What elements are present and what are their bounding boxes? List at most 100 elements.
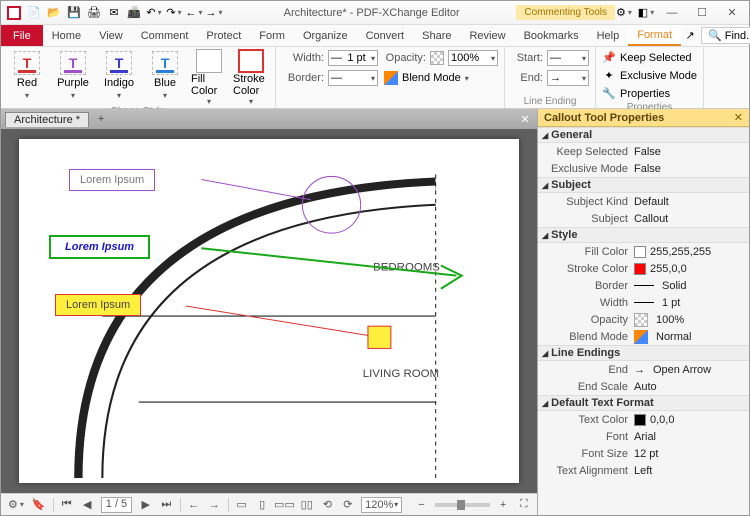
- zoom-out-button[interactable]: −: [414, 496, 429, 514]
- prop-row[interactable]: End→Open Arrow: [538, 361, 749, 378]
- prop-row[interactable]: End ScaleAuto: [538, 378, 749, 395]
- section-header[interactable]: ◢Subject: [538, 177, 749, 193]
- undo-button[interactable]: ↶: [145, 4, 163, 22]
- tab-help[interactable]: Help: [588, 25, 629, 46]
- close-button[interactable]: ✕: [719, 4, 745, 22]
- rotate-ccw-icon[interactable]: ⟲: [320, 496, 335, 514]
- first-page-button[interactable]: ⏮: [59, 496, 74, 514]
- color-preset-indigo[interactable]: T Indigo▾: [99, 49, 139, 100]
- page-canvas[interactable]: BEDROOMS LIVING ROOM Lorem Ipsum Lorem I…: [19, 139, 519, 483]
- zoom-slider[interactable]: [435, 503, 490, 507]
- keep-selected-button[interactable]: 📌Keep Selected: [602, 49, 692, 66]
- tab-format[interactable]: Format: [628, 25, 681, 46]
- prop-row[interactable]: Opacity100%: [538, 311, 749, 328]
- pin-icon: 📌: [602, 51, 616, 65]
- ui-layout-icon[interactable]: ◧: [637, 4, 655, 22]
- quick-access-toolbar: 📄 📂 💾 🖨 ✉ 📠 ↶ ↷ ← →: [1, 4, 227, 22]
- email-icon[interactable]: ✉: [105, 4, 123, 22]
- prop-row[interactable]: SubjectCallout: [538, 210, 749, 227]
- tab-review[interactable]: Review: [460, 25, 514, 46]
- color-preset-purple[interactable]: T Purple▾: [53, 49, 93, 100]
- redo-button[interactable]: ↷: [165, 4, 183, 22]
- blend-dropdown[interactable]: ▾: [465, 74, 469, 83]
- opacity-icon: [430, 51, 444, 65]
- properties-button[interactable]: 🔧Properties: [602, 85, 670, 102]
- panel-close-button[interactable]: ✕: [734, 111, 743, 124]
- color-preset-blue[interactable]: T Blue▾: [145, 49, 185, 100]
- prop-row[interactable]: FontArial: [538, 428, 749, 445]
- fill-color-button[interactable]: Fill Color▾: [191, 49, 227, 106]
- nav-fwd-icon[interactable]: →: [207, 496, 222, 514]
- prop-row[interactable]: Blend ModeNormal: [538, 328, 749, 345]
- tab-organize[interactable]: Organize: [294, 25, 357, 46]
- exclusive-mode-button[interactable]: ✦Exclusive Mode: [602, 67, 697, 84]
- maximize-button[interactable]: ☐: [689, 4, 715, 22]
- prop-row[interactable]: Fill Color255,255,255: [538, 243, 749, 260]
- prop-row[interactable]: Width1 pt: [538, 294, 749, 311]
- options-gear-icon[interactable]: ⚙: [7, 496, 25, 514]
- layout-cont-icon[interactable]: ▯: [255, 496, 270, 514]
- launch-icon[interactable]: ↗: [681, 27, 699, 45]
- zoom-input[interactable]: 120%▾: [361, 497, 402, 513]
- nav-back-button[interactable]: ←: [185, 4, 203, 22]
- prop-row[interactable]: Text AlignmentLeft: [538, 462, 749, 479]
- line-end-input[interactable]: →▾: [547, 70, 589, 86]
- layout-two-icon[interactable]: ▭▭: [275, 496, 293, 514]
- tab-comment[interactable]: Comment: [132, 25, 198, 46]
- opacity-input[interactable]: 100%▾: [448, 50, 498, 66]
- section-header[interactable]: ◢General: [538, 127, 749, 143]
- layout-single-icon[interactable]: ▭: [234, 496, 249, 514]
- tab-bookmarks[interactable]: Bookmarks: [515, 25, 588, 46]
- prop-row[interactable]: Text Color0,0,0: [538, 411, 749, 428]
- callout-red[interactable]: Lorem Ipsum: [55, 294, 141, 316]
- callout-green[interactable]: Lorem Ipsum: [49, 235, 150, 259]
- callout-purple[interactable]: Lorem Ipsum: [69, 169, 155, 191]
- nav-back-icon[interactable]: ←: [186, 496, 201, 514]
- prop-row[interactable]: Exclusive ModeFalse: [538, 160, 749, 177]
- fit-page-icon[interactable]: ⛶: [516, 496, 531, 514]
- print-icon[interactable]: 🖨: [85, 4, 103, 22]
- zoom-in-button[interactable]: +: [496, 496, 511, 514]
- document-tab[interactable]: Architecture *: [5, 112, 89, 127]
- tab-convert[interactable]: Convert: [357, 25, 414, 46]
- window-title: Architecture* - PDF-XChange Editor: [227, 7, 516, 19]
- prop-row[interactable]: BorderSolid: [538, 277, 749, 294]
- title-bar: 📄 📂 💾 🖨 ✉ 📠 ↶ ↷ ← → Architecture* - PDF-…: [1, 1, 749, 25]
- color-preset-red[interactable]: T Red▾: [7, 49, 47, 100]
- tab-view[interactable]: View: [90, 25, 132, 46]
- tab-protect[interactable]: Protect: [197, 25, 250, 46]
- border-input[interactable]: —▾: [328, 70, 378, 86]
- layout-two-cont-icon[interactable]: ▯▯: [299, 496, 314, 514]
- document-area: Architecture * + ✕ BEDROOMS LIVING ROOM: [1, 109, 537, 515]
- section-header[interactable]: ◢Default Text Format: [538, 395, 749, 411]
- width-input[interactable]: —1 pt▾: [328, 50, 378, 66]
- minimize-button[interactable]: —: [659, 4, 685, 22]
- last-page-button[interactable]: ⏭: [159, 496, 174, 514]
- find-button[interactable]: 🔍Find...: [701, 27, 750, 44]
- tab-share[interactable]: Share: [413, 25, 460, 46]
- new-icon[interactable]: 📄: [25, 4, 43, 22]
- bookmarks-icon[interactable]: 🔖: [31, 496, 47, 514]
- rotate-cw-icon[interactable]: ⟳: [341, 496, 356, 514]
- prop-row[interactable]: Keep SelectedFalse: [538, 143, 749, 160]
- save-icon[interactable]: 💾: [65, 4, 83, 22]
- scan-icon[interactable]: 📠: [125, 4, 143, 22]
- line-start-input[interactable]: —▾: [547, 50, 589, 66]
- close-doc-button[interactable]: ✕: [517, 113, 533, 126]
- section-header[interactable]: ◢Style: [538, 227, 749, 243]
- page-input[interactable]: 1 / 5: [101, 497, 133, 513]
- tab-file[interactable]: File: [1, 25, 43, 46]
- prop-row[interactable]: Subject KindDefault: [538, 193, 749, 210]
- new-tab-button[interactable]: +: [93, 113, 109, 125]
- prop-row[interactable]: Font Size12 pt: [538, 445, 749, 462]
- prev-page-button[interactable]: ◀: [80, 496, 95, 514]
- stroke-color-button[interactable]: Stroke Color▾: [233, 49, 269, 106]
- tab-form[interactable]: Form: [250, 25, 294, 46]
- section-header[interactable]: ◢Line Endings: [538, 345, 749, 361]
- options-icon[interactable]: ⚙: [615, 4, 633, 22]
- nav-fwd-button[interactable]: →: [205, 4, 223, 22]
- prop-row[interactable]: Stroke Color255,0,0: [538, 260, 749, 277]
- next-page-button[interactable]: ▶: [138, 496, 153, 514]
- tab-home[interactable]: Home: [43, 25, 90, 46]
- open-icon[interactable]: 📂: [45, 4, 63, 22]
